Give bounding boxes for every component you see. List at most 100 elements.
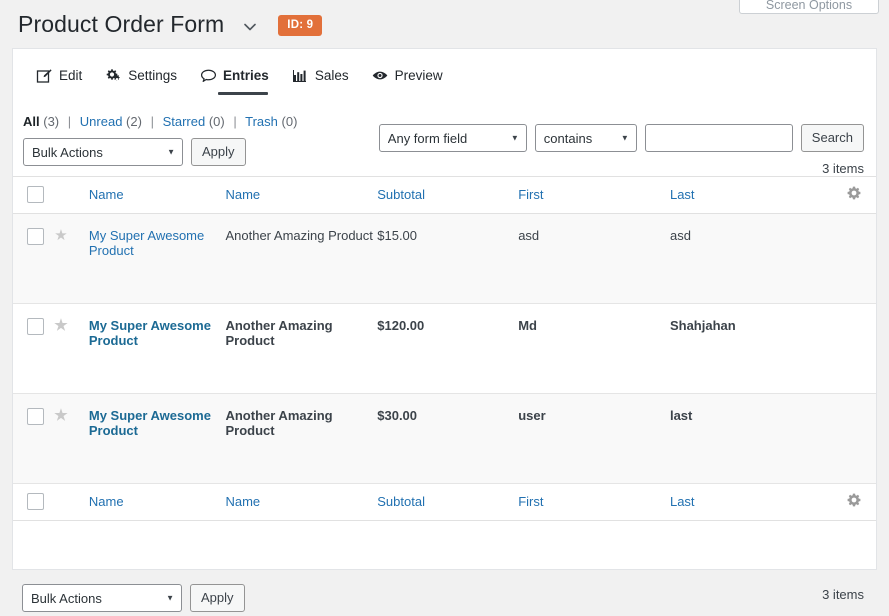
table-footer-row: Name Name Subtotal First Last	[13, 483, 876, 522]
checkbox-icon[interactable]	[27, 318, 44, 336]
column-header-last[interactable]: Last	[669, 175, 833, 215]
filter-separator: |	[67, 114, 72, 129]
items-count-bottom: 3 items	[822, 587, 864, 602]
gear-icon[interactable]	[847, 186, 861, 200]
search-operator-select[interactable]: contains	[534, 124, 637, 152]
comment-icon	[199, 67, 217, 85]
edit-pencil-icon	[35, 67, 53, 85]
cell-row-actions	[832, 393, 876, 485]
cell-row-actions	[832, 213, 876, 305]
table-row[interactable]: ★ My Super Awesome Product Another Amazi…	[13, 213, 876, 305]
column-footer-name-2[interactable]: Name	[225, 483, 378, 522]
column-footer-name-1[interactable]: Name	[88, 483, 226, 522]
search-field-select[interactable]: Any form field	[378, 124, 527, 152]
table-header-row: Name Name Subtotal First Last	[13, 175, 876, 215]
search-button[interactable]: Search	[800, 124, 864, 152]
star-icon[interactable]: ★	[54, 228, 67, 243]
cell-product-name: My Super Awesome Product	[88, 393, 226, 485]
star-icon[interactable]: ★	[54, 318, 67, 333]
checkbox-icon[interactable]	[27, 228, 44, 246]
column-footer-last[interactable]: Last	[669, 483, 833, 522]
cell-first: Md	[518, 303, 670, 395]
filter-unread[interactable]: Unread	[80, 114, 123, 129]
tab-sales-label: Sales	[314, 67, 349, 83]
cell-last: last	[669, 393, 833, 485]
tab-entries[interactable]: Entries	[199, 49, 269, 100]
bulk-actions-select-bottom[interactable]: Bulk Actions	[22, 584, 182, 612]
cell-product-name-2: Another Amazing Product	[225, 303, 378, 395]
cell-last: Shahjahan	[669, 303, 833, 395]
gear-icon[interactable]	[847, 493, 861, 507]
eye-icon	[371, 67, 389, 85]
table-row[interactable]: ★ My Super Awesome Product Another Amazi…	[13, 303, 876, 395]
entries-table: Name Name Subtotal First Last ★ My Super…	[13, 175, 876, 522]
tab-sales[interactable]: Sales	[291, 49, 349, 100]
checkbox-icon[interactable]	[27, 408, 44, 426]
tab-entries-label: Entries	[223, 67, 269, 83]
tab-settings-label: Settings	[128, 67, 178, 83]
cell-last: asd	[669, 213, 833, 305]
apply-button-bottom[interactable]: Apply	[190, 584, 245, 612]
bulk-actions-select-top[interactable]: Bulk Actions	[23, 138, 183, 166]
table-nav-bottom: Bulk Actions Apply	[12, 570, 877, 616]
form-tab-bar: Edit Settings Entries Sales Preview	[12, 48, 877, 100]
column-header-name-2[interactable]: Name	[225, 175, 378, 215]
gears-icon	[104, 67, 122, 85]
entries-search-controls: Any form field contains Search	[378, 124, 864, 152]
filter-unread-count: (2)	[126, 114, 142, 129]
tab-preview[interactable]: Preview	[371, 49, 443, 100]
row-checkbox-cell	[13, 303, 55, 395]
star-column-header	[54, 175, 89, 215]
filter-separator: |	[233, 114, 237, 129]
cell-first: asd	[518, 213, 670, 305]
row-checkbox-cell	[13, 393, 55, 485]
chevron-down-icon[interactable]	[240, 17, 260, 37]
select-all-footer	[13, 483, 55, 522]
tab-settings[interactable]: Settings	[104, 49, 177, 100]
cell-subtotal: $15.00	[377, 213, 519, 305]
apply-button-top[interactable]: Apply	[191, 138, 246, 166]
column-footer-first[interactable]: First	[518, 483, 670, 522]
column-footer-subtotal[interactable]: Subtotal	[377, 483, 519, 522]
tab-edit[interactable]: Edit	[35, 49, 82, 100]
star-column-footer	[54, 483, 89, 522]
tab-preview-label: Preview	[394, 67, 443, 83]
screen-options-button[interactable]: Screen Options	[739, 0, 879, 14]
row-star-cell: ★	[54, 393, 89, 485]
filter-trash[interactable]: Trash	[245, 114, 278, 129]
column-header-first[interactable]: First	[518, 175, 670, 215]
cell-product-name: My Super Awesome Product	[88, 303, 226, 395]
search-input[interactable]	[644, 124, 793, 152]
table-nav-bottom-wrap: Bulk Actions Apply 3 items	[12, 570, 877, 614]
filter-all-count: (3)	[43, 114, 60, 129]
row-checkbox-cell	[13, 213, 55, 305]
checkbox-icon[interactable]	[27, 186, 44, 204]
select-all-header	[13, 175, 55, 215]
filter-separator: |	[150, 114, 154, 129]
cell-product-name-2: Another Amazing Product	[225, 213, 378, 305]
column-header-subtotal[interactable]: Subtotal	[377, 175, 519, 215]
tab-edit-label: Edit	[59, 67, 83, 83]
column-settings-footer	[832, 483, 876, 522]
filter-trash-count: (0)	[281, 114, 298, 129]
row-star-cell: ★	[54, 213, 89, 305]
filter-starred[interactable]: Starred	[163, 114, 206, 129]
entries-table-body: ★ My Super Awesome Product Another Amazi…	[13, 213, 876, 485]
bar-chart-icon	[291, 67, 309, 85]
entry-link[interactable]: My Super Awesome Product	[89, 228, 226, 258]
form-id-badge: ID: 9	[278, 15, 323, 36]
cell-product-name-2: Another Amazing Product	[225, 393, 378, 485]
entry-link[interactable]: My Super Awesome Product	[89, 408, 226, 438]
cell-first: user	[518, 393, 670, 485]
filter-all[interactable]: All	[23, 114, 40, 129]
cell-product-name: My Super Awesome Product	[88, 213, 226, 305]
cell-subtotal: $120.00	[377, 303, 519, 395]
cell-subtotal: $30.00	[377, 393, 519, 485]
table-row[interactable]: ★ My Super Awesome Product Another Amazi…	[13, 393, 876, 485]
column-header-name-1[interactable]: Name	[88, 175, 226, 215]
entry-link[interactable]: My Super Awesome Product	[89, 318, 226, 348]
row-star-cell: ★	[54, 303, 89, 395]
star-icon[interactable]: ★	[54, 408, 67, 423]
checkbox-icon[interactable]	[27, 493, 44, 511]
cell-row-actions	[832, 303, 876, 395]
